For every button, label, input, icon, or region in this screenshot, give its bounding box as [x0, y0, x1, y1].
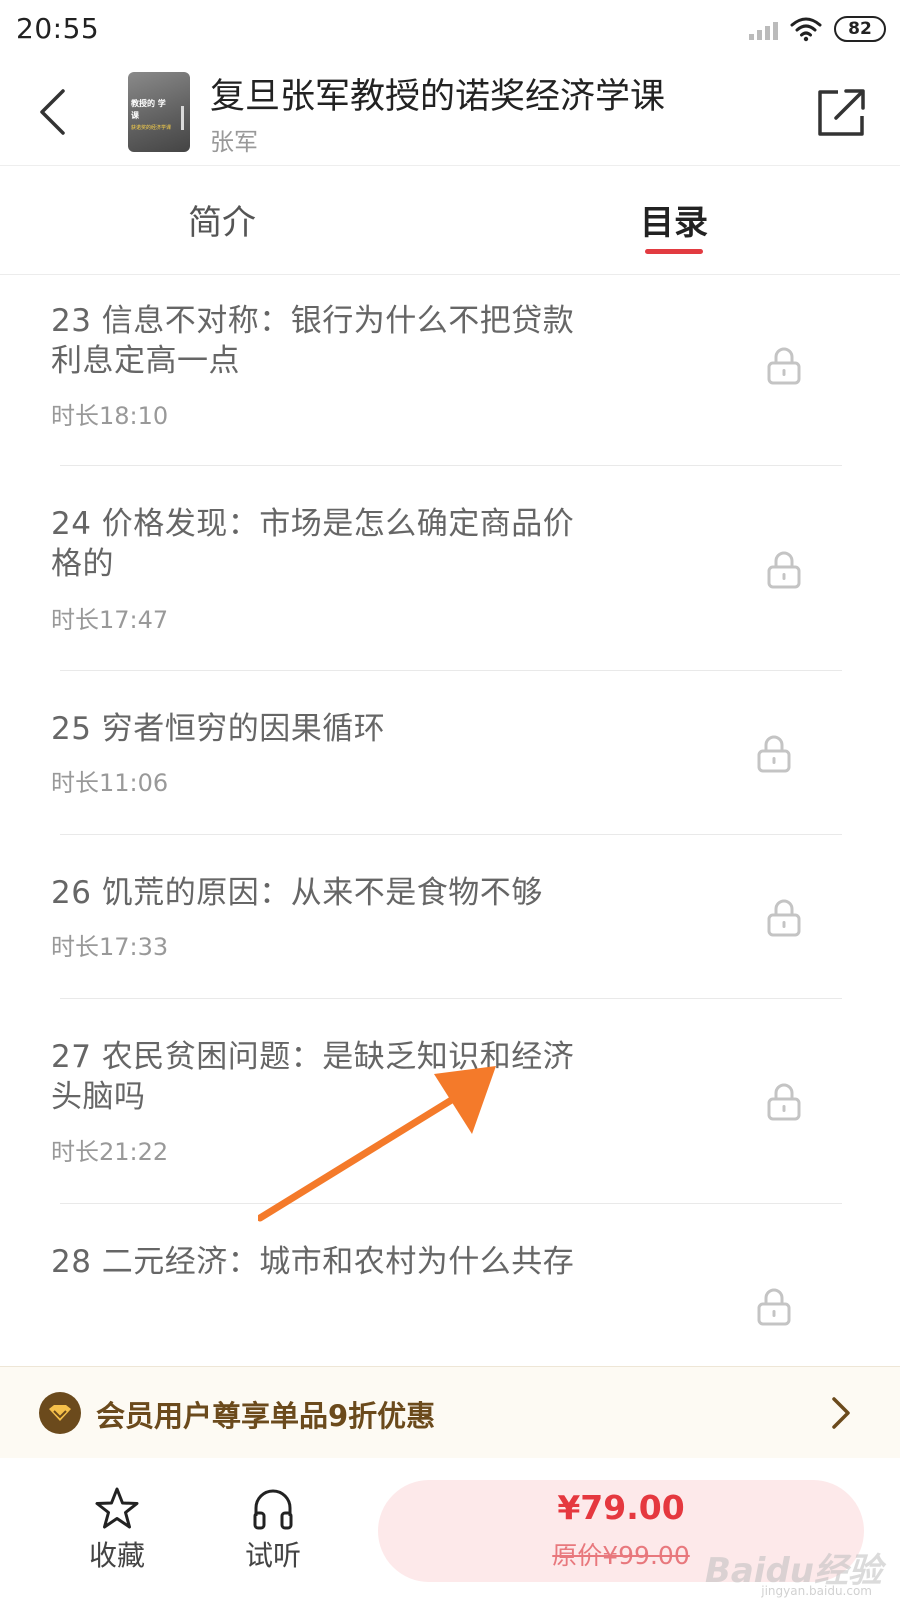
price: ¥79.00 [557, 1488, 685, 1527]
episode-duration: 时长18:10 [51, 402, 169, 430]
trial-listen-button[interactable]: 试听 [228, 1486, 318, 1576]
lock-icon [767, 551, 801, 589]
lock-icon [757, 735, 791, 773]
member-discount-text: 会员用户尊享单品9折优惠 [96, 1399, 436, 1433]
status-icons: 82 [749, 14, 886, 44]
signal-icon [749, 18, 778, 40]
tab-bar: 简介 目录 [0, 167, 900, 275]
status-bar: 20:55 82 [0, 0, 900, 62]
course-cover[interactable]: 教授的 学课 获诺奖的经济学课 [128, 72, 190, 152]
back-icon [40, 89, 65, 135]
status-time: 20:55 [16, 12, 100, 45]
lock-icon [767, 347, 801, 385]
lock-icon [757, 1288, 791, 1326]
episode-item[interactable]: 24 价格发现：市场是怎么确定商品价格的 时长17:47 [0, 466, 900, 671]
episode-title: 23 信息不对称：银行为什么不把贷款利息定高一点 [51, 303, 575, 379]
crown-badge-icon [39, 1392, 81, 1434]
episode-duration: 时长17:47 [51, 606, 169, 634]
chevron-right-icon [832, 1397, 850, 1429]
headphones-icon [253, 1489, 293, 1530]
favorite-label: 收藏 [88, 1539, 145, 1572]
trial-listen-label: 试听 [244, 1539, 301, 1572]
wifi-icon [790, 17, 822, 42]
back-button[interactable] [30, 82, 74, 142]
episode-item[interactable]: 25 穷者恒穷的因果循环 时长11:06 [0, 671, 900, 835]
star-icon [95, 1487, 139, 1529]
member-discount-banner[interactable]: 会员用户尊享单品9折优惠 [0, 1366, 900, 1458]
battery-indicator: 82 [834, 16, 886, 42]
cover-subtitle-text: 获诺奖的经济学课 [131, 125, 172, 130]
app-header: 教授的 学课 获诺奖的经济学课 复旦张军教授的诺奖经济学课 张军 [0, 62, 900, 166]
episode-title: 26 饥荒的原因：从来不是食物不够 [51, 875, 543, 911]
course-title: 复旦张军教授的诺奖经济学课 [210, 77, 666, 117]
share-icon [818, 89, 865, 136]
favorite-button[interactable]: 收藏 [72, 1486, 162, 1576]
tab-intro[interactable]: 简介 [188, 195, 256, 244]
watermark-url: jingyan.baidu.com [761, 1584, 872, 1598]
episode-duration: 时长21:22 [51, 1138, 169, 1166]
cover-title-text: 教授的 学课 [131, 99, 166, 120]
share-button[interactable] [814, 84, 870, 140]
lock-icon [767, 1083, 801, 1121]
episode-item[interactable]: 28 二元经济：城市和农村为什么共存 [0, 1204, 900, 1366]
bottom-bar: 收藏 试听 ¥79.00 原价¥99.00 Baidu经验 jingyan.ba… [0, 1458, 900, 1600]
episode-duration: 时长11:06 [51, 769, 169, 797]
episode-title: 25 穷者恒穷的因果循环 [51, 711, 386, 747]
lock-icon [767, 899, 801, 937]
episode-item[interactable]: 26 饥荒的原因：从来不是食物不够 时长17:33 [0, 835, 900, 999]
episode-title: 28 二元经济：城市和农村为什么共存 [51, 1244, 575, 1280]
cover-stripe [181, 106, 184, 130]
episode-item[interactable]: 23 信息不对称：银行为什么不把贷款利息定高一点 时长18:10 [0, 276, 900, 466]
annotation-arrow-icon [258, 1066, 496, 1222]
active-tab-indicator [645, 249, 703, 254]
tab-toc[interactable]: 目录 [640, 195, 708, 244]
episode-title: 24 价格发现：市场是怎么确定商品价格的 [51, 506, 575, 582]
course-author[interactable]: 张军 [210, 122, 258, 157]
episode-duration: 时长17:33 [51, 933, 169, 961]
